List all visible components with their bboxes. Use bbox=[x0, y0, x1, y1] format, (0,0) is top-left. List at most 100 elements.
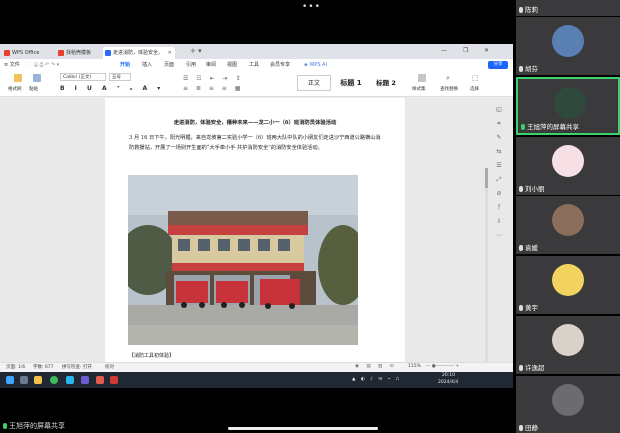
photo-caption: 【消防工具初体验】 bbox=[129, 353, 175, 359]
participant-name-text: 田静 bbox=[525, 424, 538, 432]
participant-name-text: 刘小丽 bbox=[525, 185, 545, 193]
participant-name-text: 袁媛 bbox=[525, 244, 538, 252]
scrollbar[interactable] bbox=[485, 168, 488, 378]
participant-name: 田静 bbox=[519, 422, 538, 432]
side-tool-icon[interactable]: ◱ bbox=[495, 106, 503, 114]
participant-tile[interactable]: 陈莉 bbox=[516, 0, 620, 16]
search-icon[interactable]: ⌕ bbox=[446, 74, 450, 83]
side-tool-icon[interactable]: ⇩ bbox=[495, 218, 503, 226]
mic-icon bbox=[519, 425, 523, 431]
side-tool-icon[interactable]: ☰ bbox=[495, 162, 503, 170]
help-icon[interactable]: ? bbox=[495, 204, 503, 212]
paragraph-buttons[interactable]: ☰ ☷ ⇤ ⇥ ↕ bbox=[183, 75, 243, 82]
participant-tile[interactable]: 袁媛 bbox=[516, 196, 620, 254]
menu-item[interactable]: 工具 bbox=[249, 59, 259, 71]
proofread[interactable]: 校对 bbox=[105, 364, 114, 370]
text-format-buttons[interactable]: B I U A ⁺ ₓ A ▾ bbox=[60, 85, 164, 92]
participant-tile[interactable]: 刘小丽 bbox=[516, 137, 620, 195]
share-button[interactable]: 分享 bbox=[488, 61, 508, 69]
more-dots-icon[interactable]: ••• bbox=[302, 2, 321, 12]
avatar bbox=[552, 264, 584, 296]
close-icon[interactable]: ✕ bbox=[168, 50, 172, 56]
font-select[interactable]: Calibri (正文) bbox=[60, 73, 106, 81]
taskbar-app-icon[interactable] bbox=[81, 376, 89, 384]
select-icon[interactable]: ⬚ bbox=[472, 74, 479, 82]
menu-item[interactable]: 审阅 bbox=[206, 59, 216, 71]
format-painter-icon[interactable] bbox=[14, 74, 22, 82]
menu-item[interactable]: 插入 bbox=[142, 59, 152, 71]
tab-label: 找稻壳模板 bbox=[66, 50, 92, 56]
select-label: 选择 bbox=[470, 87, 479, 92]
font-size-select[interactable]: 五号 bbox=[109, 73, 131, 81]
avatar bbox=[552, 204, 584, 236]
mic-icon bbox=[519, 305, 523, 311]
style-heading1-label: 标题 1 bbox=[340, 79, 362, 87]
side-tool-icon[interactable]: ⌗ bbox=[495, 120, 503, 128]
style-set-icon[interactable] bbox=[418, 74, 426, 82]
taskbar-app-icon[interactable] bbox=[20, 376, 28, 384]
document-paragraph: 3 月 16 日下午，阳光明媚，来自龙坡第二实验小学一（6）班两大队中队的小朋友… bbox=[129, 135, 381, 151]
paste-icon[interactable] bbox=[33, 74, 41, 82]
tab-wps-office[interactable]: WPS Office bbox=[2, 47, 44, 59]
participant-name-text: 黄宇 bbox=[525, 304, 538, 312]
menu-file[interactable]: ≡ 文件 bbox=[4, 59, 20, 71]
minimize-icon[interactable]: — bbox=[441, 47, 447, 54]
menu-item[interactable]: 会员专享 bbox=[270, 59, 290, 71]
side-tool-icon[interactable]: ✎ bbox=[495, 134, 503, 142]
participant-tile[interactable]: 王旭萍的屏幕共享 bbox=[516, 77, 620, 135]
menu-item[interactable]: 引用 bbox=[186, 59, 196, 71]
chrome-icon[interactable] bbox=[50, 376, 58, 384]
zoom-slider[interactable]: — ●———— + bbox=[426, 364, 459, 369]
paste-label: 粘贴 bbox=[29, 87, 38, 92]
avatar bbox=[552, 384, 584, 416]
style-set-label: 样式集 bbox=[412, 87, 426, 92]
wps-taskbar-icon[interactable] bbox=[110, 376, 118, 384]
participant-tile[interactable]: 许逸超 bbox=[516, 316, 620, 374]
maximize-icon[interactable]: ❐ bbox=[463, 47, 468, 54]
participant-tile[interactable]: 田静 bbox=[516, 376, 620, 433]
format-painter-label: 格式刷 bbox=[8, 87, 22, 92]
folder-icon[interactable] bbox=[34, 376, 42, 384]
spell-check[interactable]: 拼写检查: 打开 bbox=[62, 364, 92, 370]
zoom-level[interactable]: 115% bbox=[408, 364, 421, 369]
participant-tile[interactable]: 胡芬 bbox=[516, 17, 620, 75]
side-tool-icon[interactable]: ⤢ bbox=[495, 176, 503, 184]
menu-item[interactable]: 页面 bbox=[164, 59, 174, 71]
participant-tile[interactable]: 黄宇 bbox=[516, 256, 620, 314]
font-size-value: 五号 bbox=[112, 75, 121, 80]
status-bar: 页面: 1/6 字数: 677 拼写检查: 打开 校对 ◉ ▤ ▥ ⊡ 115%… bbox=[0, 362, 513, 372]
participant-name: 陈莉 bbox=[519, 4, 538, 14]
quick-access-icons[interactable]: 🗀 🖫 ⎙ ↶ ↷ ▾ bbox=[27, 59, 59, 71]
taskbar-app-icon[interactable] bbox=[66, 376, 74, 384]
participant-name-text: 胡芬 bbox=[525, 65, 538, 73]
close-window-icon[interactable]: ✕ bbox=[484, 47, 489, 54]
new-tab-icon[interactable]: + ▾ bbox=[190, 47, 202, 55]
side-tool-icon[interactable]: ⊘ bbox=[495, 190, 503, 198]
scrollbar-thumb[interactable] bbox=[485, 168, 488, 188]
wps-ai-button[interactable]: ◈ WPS AI bbox=[304, 59, 327, 71]
style-heading1[interactable]: 标题 1 bbox=[334, 75, 368, 91]
mic-icon bbox=[3, 423, 7, 429]
menu-item[interactable]: 视图 bbox=[227, 59, 237, 71]
home-indicator[interactable] bbox=[228, 427, 378, 430]
align-buttons[interactable]: ≡ ≣ ≡ ≡ ▦ bbox=[183, 85, 243, 92]
participant-name: 王旭萍的屏幕共享 bbox=[521, 121, 579, 131]
style-normal[interactable]: 正文 bbox=[297, 75, 331, 91]
participants-panel: 陈莉胡芬王旭萍的屏幕共享刘小丽袁媛黄宇许逸超田静 bbox=[516, 0, 620, 433]
participant-name: 黄宇 bbox=[519, 302, 538, 312]
tab-template[interactable]: 找稻壳模板 bbox=[56, 47, 104, 59]
screen-share-label: 王旭萍的屏幕共享 bbox=[3, 421, 65, 431]
more-icon[interactable]: ⋯ bbox=[495, 232, 503, 240]
participant-name: 袁媛 bbox=[519, 242, 538, 252]
doc-icon bbox=[105, 50, 111, 56]
taskbar-date: 2024/4/4 bbox=[438, 380, 459, 385]
side-tool-icon[interactable]: ⇆ bbox=[495, 148, 503, 156]
start-icon[interactable] bbox=[6, 376, 14, 384]
style-heading2[interactable]: 标题 2 bbox=[370, 75, 402, 91]
view-mode-icons[interactable]: ◉ ▤ ▥ ⊡ bbox=[355, 364, 397, 369]
system-tray-icons[interactable]: ▲ ◐ ♪ ✉ ⌁ ⎍ bbox=[352, 376, 401, 382]
tab-document[interactable]: 走进消防，体验安全。 ✕ bbox=[103, 47, 175, 59]
taskbar-app-icon[interactable] bbox=[96, 376, 104, 384]
template-icon bbox=[58, 50, 64, 56]
page-count: 页面: 1/6 bbox=[6, 365, 26, 370]
